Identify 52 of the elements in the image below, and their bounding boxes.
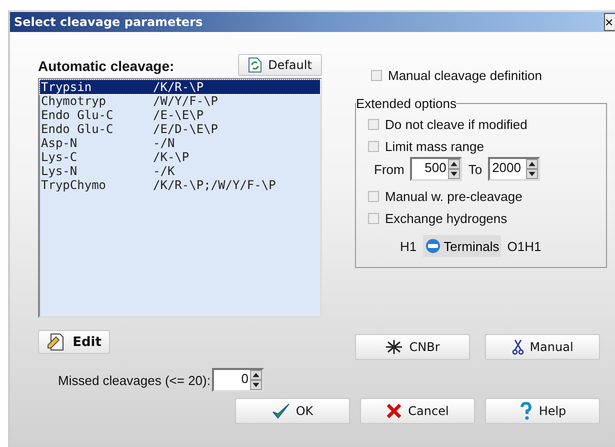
down-arrow-icon[interactable]: [448, 169, 460, 179]
checkbox-label: Limit mass range: [385, 138, 484, 154]
up-arrow-icon[interactable]: [250, 370, 262, 380]
enzyme-row[interactable]: Lys-C /K-\P: [40, 150, 320, 164]
checkbox[interactable]: [371, 70, 382, 80]
enzyme-row[interactable]: Lys-N -/K: [40, 164, 320, 178]
field-label: From: [374, 162, 404, 176]
down-arrow-icon[interactable]: [526, 169, 538, 179]
to-spinner[interactable]: 2000: [488, 157, 540, 181]
checkbox[interactable]: [368, 140, 379, 152]
checkmark-icon: [272, 403, 290, 419]
group-title: Extended options: [356, 96, 456, 111]
cnbr-button[interactable]: CNBr: [355, 334, 470, 360]
cancel-button[interactable]: Cancel: [360, 398, 475, 424]
terminal-label: H1: [400, 238, 417, 254]
enzyme-row[interactable]: Endo Glu-C /E-\E\P: [40, 108, 320, 122]
help-icon: [518, 402, 533, 420]
ok-button[interactable]: OK: [235, 398, 350, 424]
terminal-label: O1H1: [507, 238, 542, 254]
checkbox-label: Do not cleave if modified: [385, 116, 528, 132]
checkbox[interactable]: [368, 212, 379, 224]
window-title: Select cleavage parameters: [14, 15, 203, 29]
round-button-icon: [424, 238, 441, 254]
close-button[interactable]: ×: [604, 13, 615, 31]
terminals-button[interactable]: Terminals: [422, 235, 502, 257]
checkbox[interactable]: [368, 190, 379, 202]
up-arrow-icon[interactable]: [448, 159, 460, 169]
default-button[interactable]: Default: [238, 54, 322, 76]
from-spinner[interactable]: 500: [410, 157, 462, 181]
up-arrow-icon[interactable]: [526, 159, 538, 169]
down-arrow-icon[interactable]: [250, 380, 262, 390]
refresh-document-icon: [248, 57, 262, 73]
help-button[interactable]: Help: [485, 398, 600, 424]
checkbox-label: Exchange hydrogens: [385, 210, 508, 226]
manual-button[interactable]: Manual: [485, 334, 600, 360]
scissors-icon: [512, 339, 524, 355]
enzyme-row[interactable]: Chymotryp /W/Y/F-\P: [40, 94, 320, 108]
cross-icon: [386, 403, 402, 419]
enzyme-list[interactable]: Trypsin /K/R-\P Chymotryp /W/Y/F-\P Endo Glu-C /E-\E\P Endo Glu-C /E/D-\E\P Asp-N -/N Lys-C /K-\P Lys-N -/K TrypChymo /K/R-\P;/W/Y/F-\P: [38, 78, 322, 318]
checkbox-label: Manual w. pre-cleavage: [385, 188, 522, 204]
enzyme-row[interactable]: Asp-N -/N: [40, 136, 320, 150]
burst-icon: [385, 339, 404, 355]
edit-button[interactable]: Edit: [38, 330, 110, 354]
checkbox[interactable]: [368, 118, 379, 130]
section-label: Automatic cleavage:: [38, 58, 174, 76]
enzyme-row[interactable]: Endo Glu-C /E/D-\E\P: [40, 122, 320, 136]
field-label: To: [468, 162, 482, 176]
checkbox-label: Manual cleavage definition: [388, 68, 542, 82]
enzyme-row[interactable]: TrypChymo /K/R-\P;/W/Y/F-\P: [40, 178, 320, 192]
missed-cleavages-spinner[interactable]: 0: [212, 368, 264, 392]
field-label: Missed cleavages (<= 20):: [58, 372, 210, 388]
enzyme-row[interactable]: Trypsin /K/R-\P: [40, 80, 320, 94]
